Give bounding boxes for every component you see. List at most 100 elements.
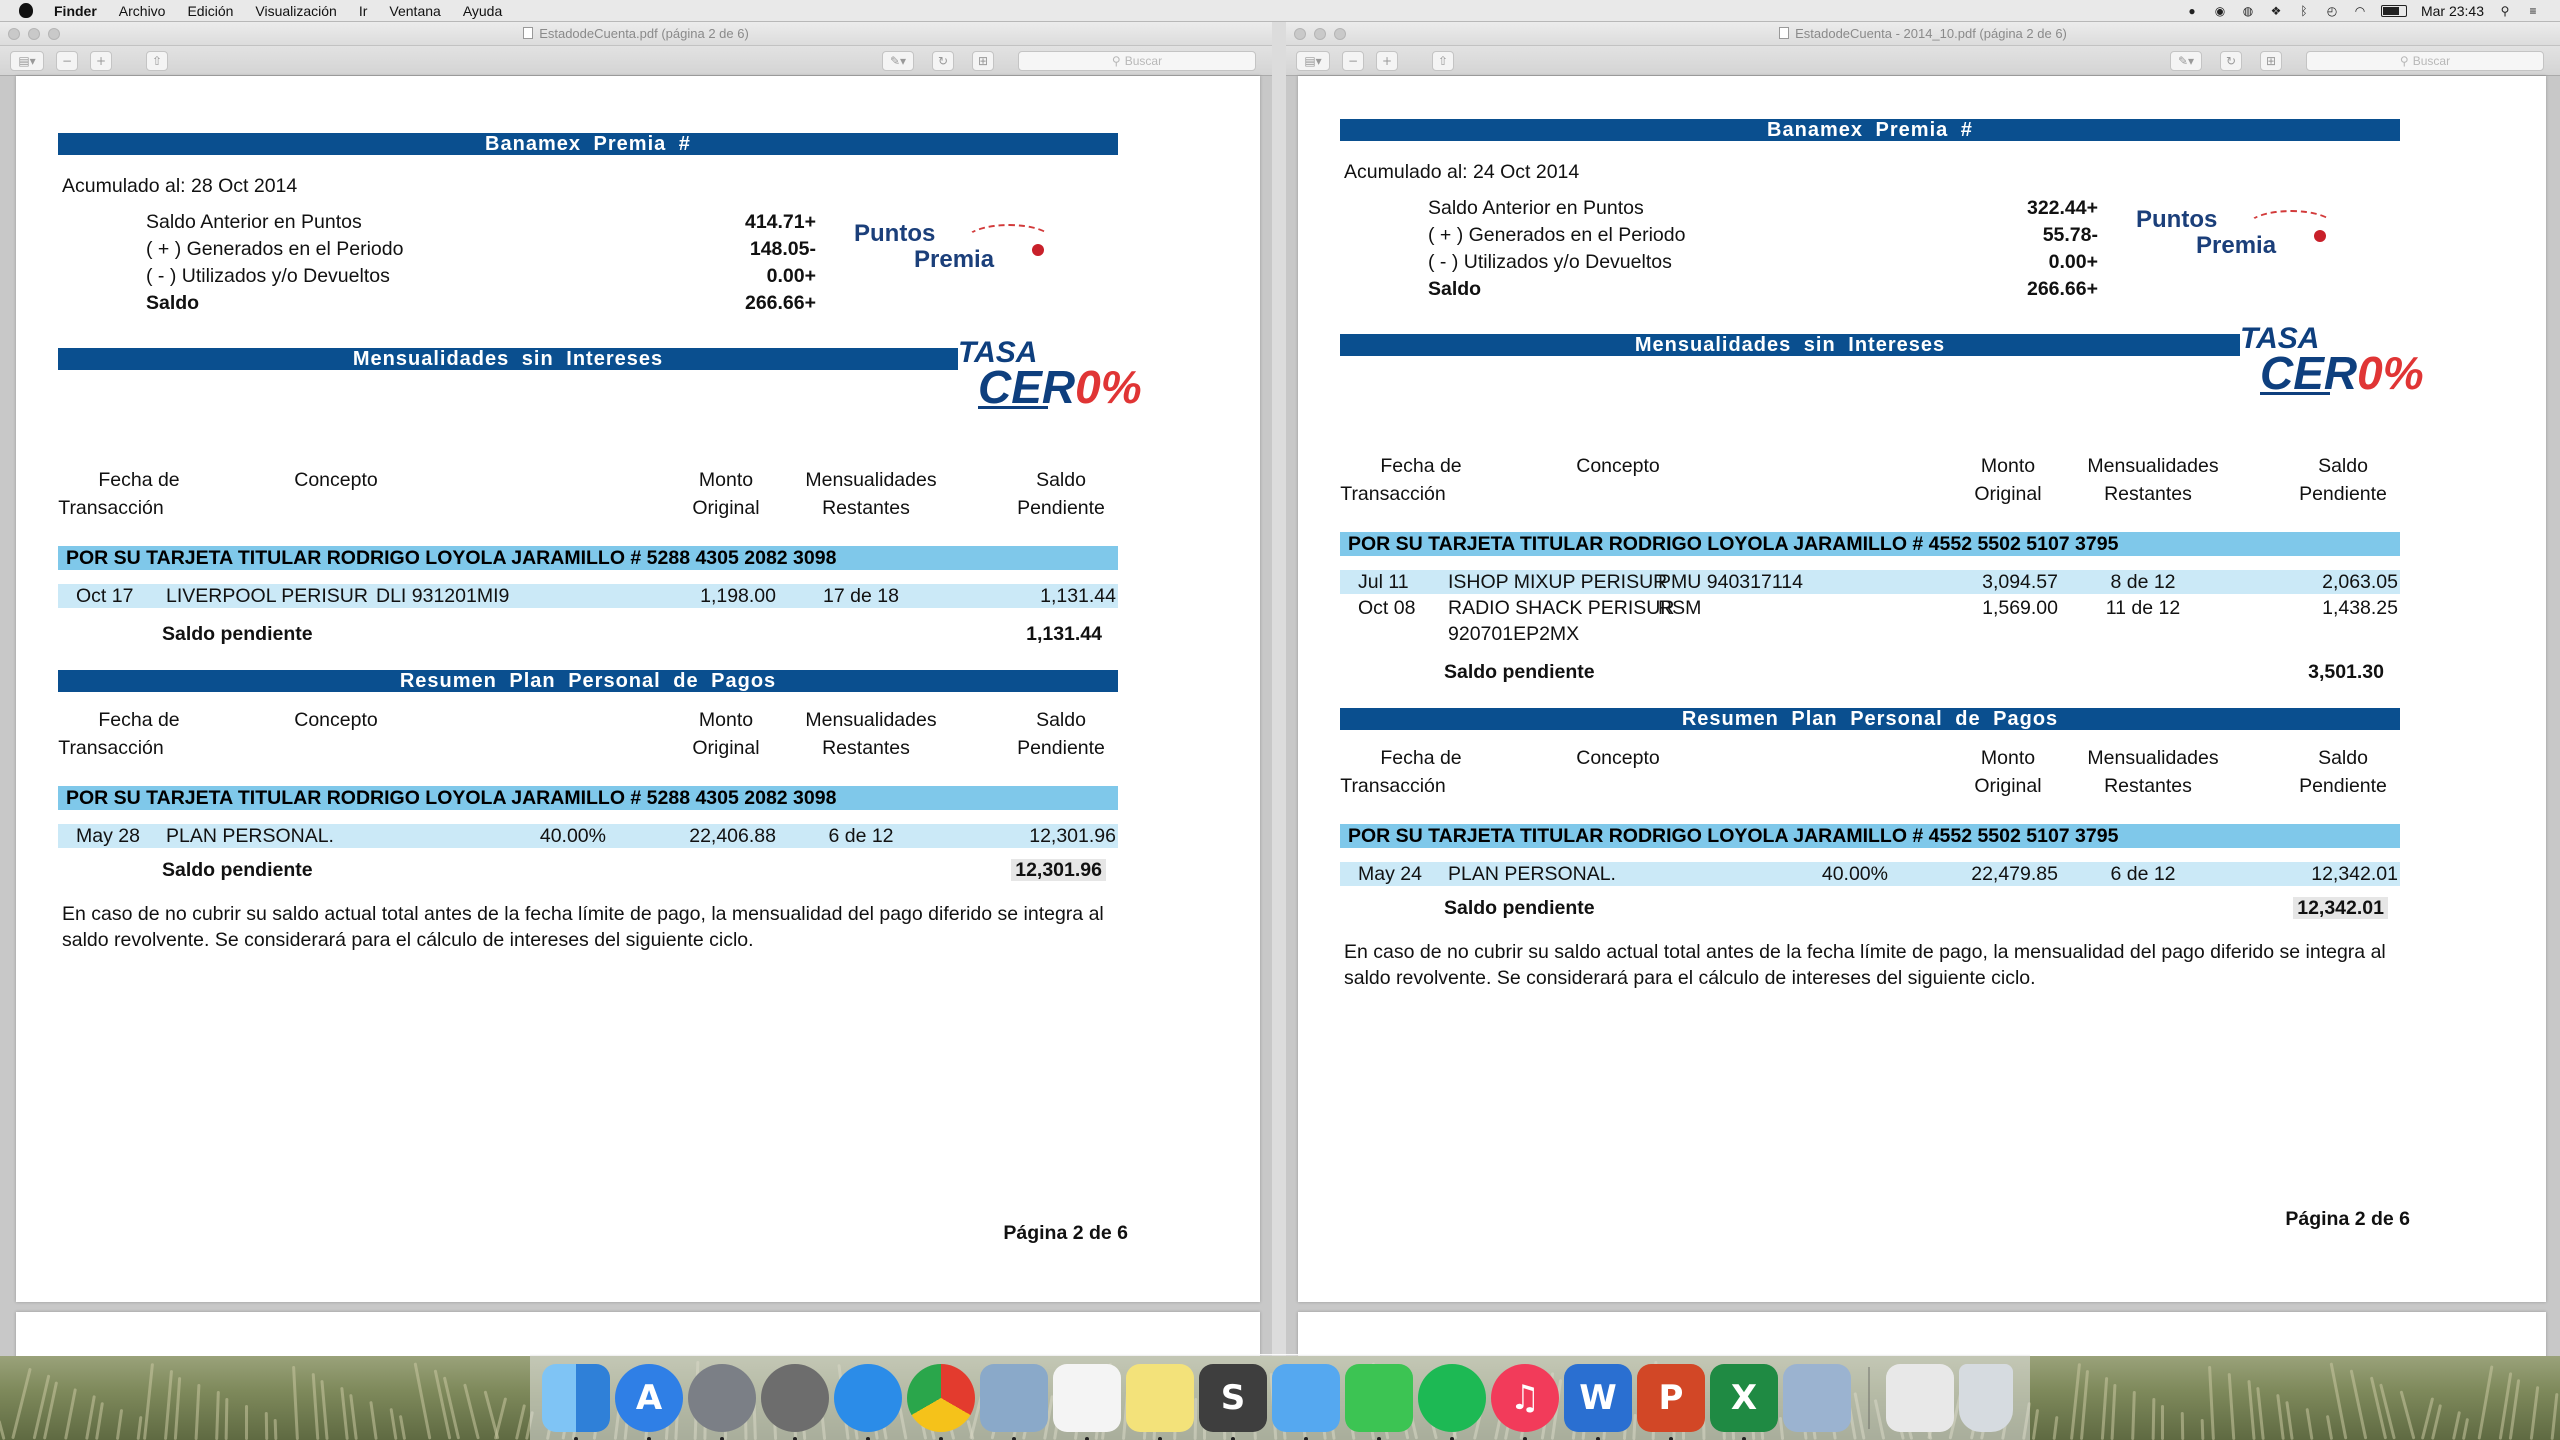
search-icon[interactable]: ⚲: [2498, 4, 2512, 18]
cero-percent: 0%: [2357, 347, 2424, 399]
msi-header-restantes: Restantes: [2104, 483, 2192, 505]
grass-stroke: [320, 1379, 329, 1440]
msi-total-label: Saldo pendiente: [1444, 661, 1595, 683]
calendar-icon[interactable]: [1053, 1363, 1121, 1440]
zoom-out-button[interactable]: −: [1342, 51, 1364, 71]
plan-total-highlight: 12,342.01: [2293, 897, 2388, 919]
excel-icon[interactable]: X: [1710, 1363, 1778, 1440]
title-bar: EstadodeCuenta - 2014_10.pdf (página 2 d…: [1286, 22, 2560, 46]
menu-app-name[interactable]: Finder: [54, 3, 97, 19]
grass-stroke: [2052, 1415, 2059, 1440]
powerpoint-icon[interactable]: P: [1637, 1363, 1705, 1440]
card-line: POR SU TARJETA TITULAR RODRIGO LOYOLA JA…: [1340, 532, 2400, 556]
battery-icon[interactable]: [2380, 5, 2407, 17]
sidebar-toggle-button[interactable]: ▤▾: [10, 51, 44, 71]
grass-stroke: [2069, 1363, 2082, 1440]
system-preferences-icon[interactable]: [761, 1363, 829, 1440]
grass-stroke: [2329, 1362, 2348, 1440]
menu-ventana[interactable]: Ventana: [389, 3, 440, 19]
trash-icon[interactable]: [1959, 1363, 2013, 1432]
markup-button[interactable]: ✎▾: [882, 51, 914, 71]
points-label: ( - ) Utilizados y/o Devueltos: [146, 265, 390, 287]
msi-header-original: Original: [1974, 483, 2042, 505]
app-store-icon[interactable]: A: [615, 1363, 683, 1440]
msi-row-mensualidades: 17 de 18: [823, 585, 899, 607]
chrome-icon[interactable]: [907, 1363, 975, 1440]
toolbar: ▤▾ − + ⇧ ✎▾ ↻ ⊞ ⚲ Buscar: [1286, 46, 2560, 76]
plan-header-bar: Resumen Plan Personal de Pagos: [1340, 708, 2400, 730]
pdf-view[interactable]: Banamex Premia # Acumulado al: 28 Oct 201…: [0, 76, 1272, 1356]
markup-button[interactable]: ✎▾: [2170, 51, 2202, 71]
rotate-button[interactable]: ↻: [2220, 51, 2242, 71]
plan-header-concepto: Concepto: [1576, 747, 1660, 769]
status-icon[interactable]: ◉: [2213, 4, 2227, 18]
search-field[interactable]: ⚲ Buscar: [2306, 51, 2544, 71]
image-capture-icon[interactable]: [1783, 1363, 1851, 1432]
plan-row-date: May 24: [1358, 863, 1422, 885]
toolbox-button[interactable]: ⊞: [972, 51, 994, 71]
plan-header-mensualidades: Mensualidades: [2087, 747, 2219, 769]
msi-row-concept: LIVERPOOL PERISUR: [166, 585, 368, 607]
msi-header-transaccion: Transacción: [1340, 483, 1446, 505]
window-title-text: EstadodeCuenta - 2014_10.pdf (página 2 d…: [1795, 26, 2067, 41]
points-label: Saldo Anterior en Puntos: [1428, 197, 1644, 219]
msi-header-monto: Monto: [698, 469, 754, 491]
pdf-view[interactable]: Banamex Premia # Acumulado al: 24 Oct 201…: [1286, 76, 2560, 1356]
wifi-icon[interactable]: ◠: [2353, 4, 2367, 18]
search-field[interactable]: ⚲ Buscar: [1018, 51, 1256, 71]
menu-edicion[interactable]: Edición: [187, 3, 233, 19]
menu-archivo[interactable]: Archivo: [119, 3, 166, 19]
dropbox-icon[interactable]: ❖: [2269, 4, 2283, 18]
sidebar-toggle-button[interactable]: ▤▾: [1296, 51, 1330, 71]
bluetooth-icon[interactable]: ᛒ: [2297, 4, 2311, 18]
list-icon[interactable]: ≡: [2526, 4, 2540, 18]
card-line: POR SU TARJETA TITULAR RODRIGO LOYOLA JA…: [58, 546, 1118, 570]
toolbox-button[interactable]: ⊞: [2260, 51, 2282, 71]
word-icon[interactable]: W: [1564, 1363, 1632, 1440]
grass-stroke: [514, 1404, 527, 1440]
sync-icon[interactable]: ◍: [2241, 4, 2255, 18]
menu-visualizacion[interactable]: Visualización: [255, 3, 336, 19]
notification-icon[interactable]: ●: [2185, 4, 2199, 18]
zoom-in-button[interactable]: +: [1376, 51, 1398, 71]
menu-ir[interactable]: Ir: [359, 3, 368, 19]
zoom-in-button[interactable]: +: [90, 51, 112, 71]
grass-stroke: [273, 1418, 278, 1440]
preview-icon[interactable]: [980, 1363, 1048, 1440]
spotify-icon[interactable]: [1418, 1363, 1486, 1440]
note-line-1: En caso de no cubrir su saldo actual tot…: [1344, 941, 2386, 963]
messages-icon[interactable]: [1272, 1363, 1340, 1440]
sublime-text-icon[interactable]: S: [1199, 1363, 1267, 1440]
itunes-icon[interactable]: ♫: [1491, 1363, 1559, 1440]
apple-menu-icon[interactable]: [16, 1, 36, 21]
premia-dot-icon: [2314, 230, 2326, 242]
msi-total-value: 1,131.44: [1026, 623, 1102, 645]
notes-icon[interactable]: [1126, 1363, 1194, 1440]
rotate-button[interactable]: ↻: [932, 51, 954, 71]
grass-stroke: [2399, 1390, 2416, 1440]
note-line-1: En caso de no cubrir su saldo actual tot…: [62, 903, 1104, 925]
grass-stroke: [2477, 1365, 2494, 1440]
points-value: 0.00+: [2048, 251, 2098, 273]
zoom-out-button[interactable]: −: [56, 51, 78, 71]
finder-icon[interactable]: [542, 1363, 610, 1440]
safari-icon[interactable]: [834, 1363, 902, 1440]
menu-clock[interactable]: Mar 23:43: [2421, 3, 2484, 19]
search-icon: ⚲: [2399, 54, 2409, 68]
msi-row-concept: RADIO SHACK PERISUR: [1448, 597, 1675, 619]
launchpad-icon[interactable]: [688, 1363, 756, 1440]
msi-row-saldo: 2,063.05: [2322, 571, 2398, 593]
search-placeholder: Buscar: [1124, 54, 1163, 68]
menu-ayuda[interactable]: Ayuda: [463, 3, 502, 19]
msi-header-bar: Mensualidades sin Intereses: [58, 348, 958, 370]
grass-stroke: [493, 1397, 508, 1440]
msi-row-mensualidades: 11 de 12: [2105, 597, 2181, 619]
pdf-lock-icon[interactable]: [1886, 1363, 1954, 1432]
window-title: EstadodeCuenta - 2014_10.pdf (página 2 d…: [1286, 26, 2560, 41]
plan-row-mensualidades: 6 de 12: [2110, 863, 2176, 885]
timemachine-icon[interactable]: ◴: [2325, 4, 2339, 18]
acumulado-date: Acumulado al: 24 Oct 2014: [1344, 161, 1580, 183]
share-button[interactable]: ⇧: [1432, 51, 1454, 71]
facetime-icon[interactable]: [1345, 1363, 1413, 1440]
share-button[interactable]: ⇧: [146, 51, 168, 71]
